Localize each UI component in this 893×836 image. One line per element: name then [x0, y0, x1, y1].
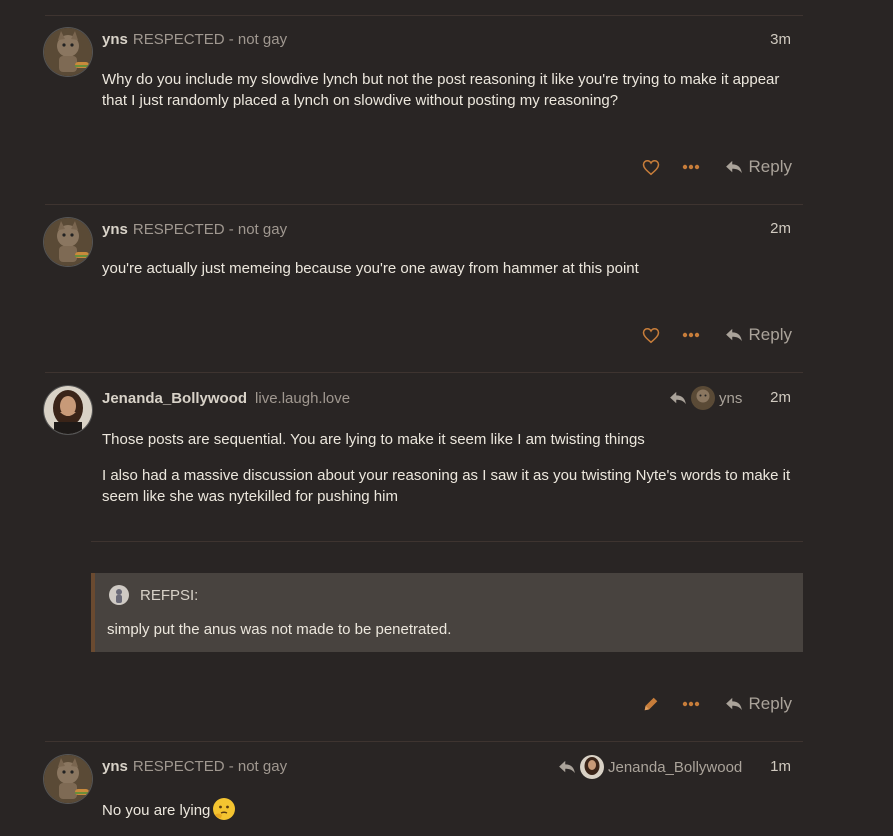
heart-icon[interactable] [631, 327, 671, 344]
post-divider [45, 204, 803, 205]
post-meta: Jenanda_Bollywood live.laugh.love [102, 390, 350, 407]
username[interactable]: yns [102, 31, 128, 48]
user-title: RESPECTED - not gay [132, 758, 288, 775]
quote-header[interactable]: REFPSI: [109, 585, 198, 605]
post-actions: Reply [631, 320, 792, 350]
post-paragraph: Those posts are sequential. You are lyin… [102, 431, 645, 448]
post-body: you're actually just memeing because you… [102, 258, 797, 294]
user-title: RESPECTED - not gay [132, 221, 288, 238]
reply-label: Reply [748, 325, 792, 344]
user-title: live.laugh.love [255, 390, 351, 407]
topic-stream: yns RESPECTED - not gay 3m Why do you inc… [0, 0, 893, 825]
post-text: No you are lying [102, 802, 211, 819]
post-divider [45, 741, 803, 742]
post-divider [45, 15, 803, 16]
quote-block: REFPSI: simply put the anus was not made… [91, 573, 803, 652]
post-meta: yns RESPECTED - not gay [102, 31, 287, 48]
post-age[interactable]: 1m [770, 758, 791, 775]
avatar[interactable] [44, 218, 92, 266]
avatar[interactable] [44, 28, 92, 76]
post-meta: yns RESPECTED - not gay [102, 221, 287, 238]
cat-avatar-icon [44, 28, 92, 76]
cat-avatar-icon [44, 755, 92, 803]
ellipsis-icon[interactable] [671, 164, 711, 170]
post-body: Those posts are sequential. You are lyin… [102, 429, 797, 522]
post-age[interactable]: 2m [770, 220, 791, 237]
username[interactable]: Jenanda_Bollywood [102, 390, 247, 407]
post-age[interactable]: 2m [770, 389, 791, 406]
ellipsis-icon[interactable] [671, 701, 711, 707]
post-paragraph: you're actually just memeing because you… [102, 260, 639, 277]
post-paragraph: Why do you include my slowdive lynch but… [102, 71, 780, 109]
post-paragraph: No you are lying [102, 797, 797, 821]
woman-avatar-icon [44, 386, 92, 434]
username[interactable]: yns [102, 221, 128, 238]
post-actions: Reply [631, 152, 792, 182]
quote-author: REFPSI: [140, 586, 199, 604]
pencil-icon[interactable] [631, 695, 671, 713]
ellipsis-icon[interactable] [671, 332, 711, 338]
cat-avatar-icon [691, 386, 715, 410]
post-body: Why do you include my slowdive lynch but… [102, 69, 797, 126]
username[interactable]: yns [102, 758, 128, 775]
reply-to-tab[interactable]: Jenanda_Bollywood [558, 755, 742, 779]
reply-arrow-icon [559, 760, 575, 774]
reply-label: Reply [748, 157, 792, 176]
avatar[interactable] [44, 755, 92, 803]
post-meta: yns RESPECTED - not gay [102, 758, 287, 775]
reply-arrow-icon [725, 160, 742, 174]
post-paragraph: I also had a massive discussion about yo… [102, 467, 791, 505]
quote-separator [91, 541, 803, 542]
reply-arrow-icon [725, 328, 742, 342]
avatar [580, 755, 604, 779]
post-divider [45, 372, 803, 373]
post-age[interactable]: 3m [770, 31, 791, 48]
reply-to-username: yns [719, 389, 743, 407]
user-avatar-icon [109, 585, 129, 605]
reply-to-tab[interactable]: yns [669, 386, 742, 410]
reply-button[interactable]: Reply [725, 694, 792, 714]
woman-avatar-icon [580, 755, 604, 779]
post-actions: Reply [631, 689, 792, 719]
reply-arrow-icon [725, 697, 742, 711]
reply-arrow-icon [670, 391, 686, 405]
reply-label: Reply [748, 694, 792, 713]
heart-icon[interactable] [631, 159, 671, 176]
cat-avatar-icon [44, 218, 92, 266]
quote-text: simply put the anus was not made to be p… [107, 621, 452, 638]
reply-button[interactable]: Reply [725, 325, 792, 345]
post-body: No you are lying [102, 797, 797, 836]
avatar[interactable] [44, 386, 92, 434]
user-title: RESPECTED - not gay [132, 31, 288, 48]
avatar [109, 585, 129, 605]
reply-button[interactable]: Reply [725, 157, 792, 177]
thinking-face-emoji [213, 798, 236, 820]
avatar [691, 386, 715, 410]
reply-to-username: Jenanda_Bollywood [608, 758, 743, 776]
